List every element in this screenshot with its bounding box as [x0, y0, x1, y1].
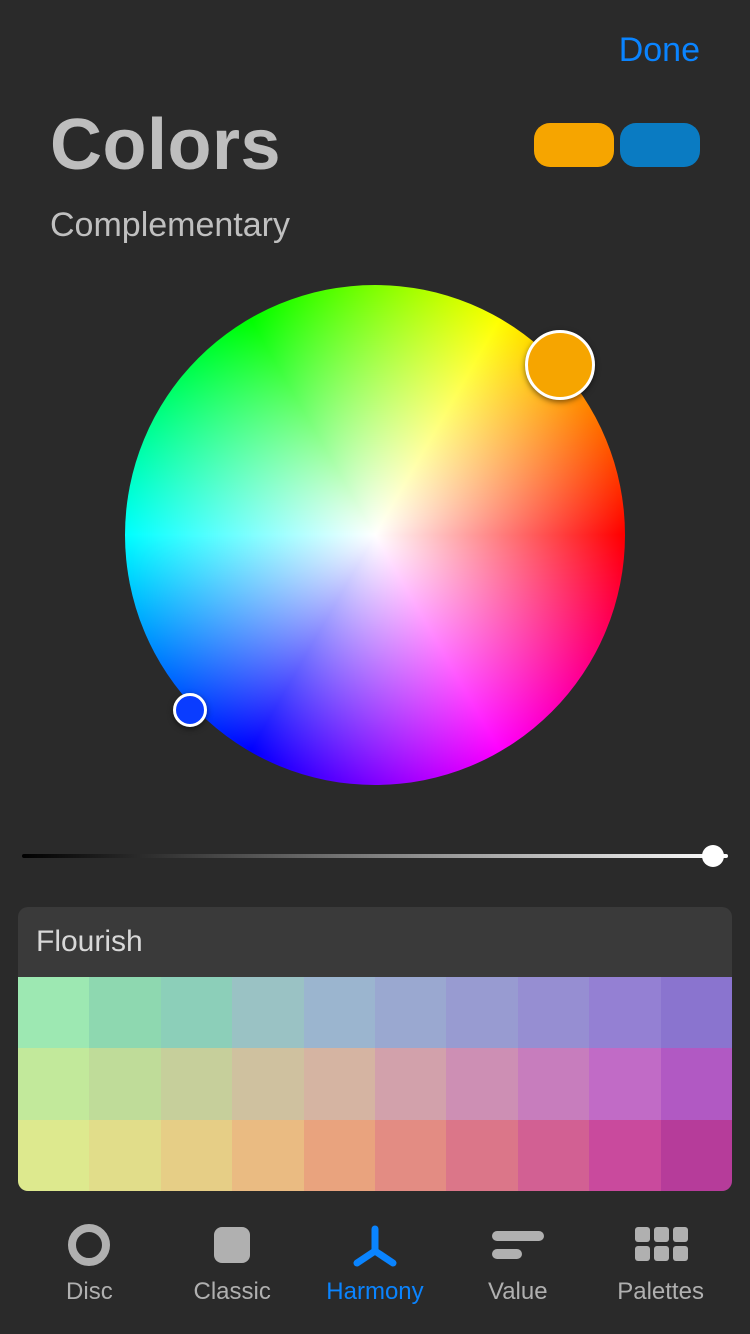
- palette-cell[interactable]: [589, 1120, 660, 1191]
- tab-label: Harmony: [326, 1278, 423, 1306]
- page-title: Colors: [50, 104, 281, 186]
- palette-cell[interactable]: [161, 1048, 232, 1119]
- palette-cell[interactable]: [304, 1048, 375, 1119]
- palette-cell[interactable]: [375, 1120, 446, 1191]
- tab-label: Value: [488, 1278, 548, 1306]
- palette-cell[interactable]: [89, 977, 160, 1048]
- palette-cell[interactable]: [518, 1120, 589, 1191]
- palette-cell[interactable]: [304, 1120, 375, 1191]
- palette-cell[interactable]: [446, 1048, 517, 1119]
- harmony-icon: [349, 1222, 401, 1268]
- palette-cell[interactable]: [375, 1048, 446, 1119]
- palette-name: Flourish: [18, 907, 732, 977]
- tab-bar: Disc Classic Harmony Value: [0, 1204, 750, 1334]
- tab-label: Disc: [66, 1278, 113, 1306]
- palette-cell[interactable]: [232, 1048, 303, 1119]
- tab-palettes[interactable]: Palettes: [601, 1222, 721, 1306]
- palette-cell[interactable]: [661, 977, 732, 1048]
- tab-label: Classic: [194, 1278, 271, 1306]
- palette-cell[interactable]: [18, 977, 89, 1048]
- color-picker-primary[interactable]: [525, 330, 595, 400]
- tab-harmony[interactable]: Harmony: [315, 1222, 435, 1306]
- swatch-primary[interactable]: [534, 123, 614, 167]
- tab-disc[interactable]: Disc: [29, 1222, 149, 1306]
- palette-cell[interactable]: [18, 1048, 89, 1119]
- palette-cell[interactable]: [446, 1120, 517, 1191]
- palette-grid: [18, 977, 732, 1191]
- swatch-secondary[interactable]: [620, 123, 700, 167]
- value-icon: [490, 1222, 546, 1268]
- tab-value[interactable]: Value: [458, 1222, 578, 1306]
- palette-cell[interactable]: [89, 1048, 160, 1119]
- brightness-thumb[interactable]: [702, 845, 724, 867]
- brightness-slider[interactable]: [22, 845, 728, 867]
- color-wheel[interactable]: [125, 285, 625, 785]
- disc-icon: [67, 1222, 111, 1268]
- brightness-track: [22, 854, 728, 858]
- palette-cell[interactable]: [18, 1120, 89, 1191]
- color-picker-secondary[interactable]: [173, 693, 207, 727]
- color-mode-label: Complementary: [0, 206, 750, 245]
- palette-cell[interactable]: [661, 1048, 732, 1119]
- palette-cell[interactable]: [589, 1048, 660, 1119]
- grid-icon: [633, 1222, 689, 1268]
- palette-cell[interactable]: [161, 977, 232, 1048]
- square-icon: [210, 1222, 254, 1268]
- palette-cell[interactable]: [232, 1120, 303, 1191]
- tab-label: Palettes: [617, 1278, 704, 1306]
- palette-cell[interactable]: [518, 1048, 589, 1119]
- done-button[interactable]: Done: [619, 31, 700, 70]
- palette-cell[interactable]: [518, 977, 589, 1048]
- tab-classic[interactable]: Classic: [172, 1222, 292, 1306]
- palette-cell[interactable]: [161, 1120, 232, 1191]
- selected-swatches: [534, 123, 700, 167]
- palette-cell[interactable]: [589, 977, 660, 1048]
- palette-cell[interactable]: [446, 977, 517, 1048]
- palette-cell[interactable]: [375, 977, 446, 1048]
- palette-cell[interactable]: [232, 977, 303, 1048]
- palette-cell[interactable]: [304, 977, 375, 1048]
- palette-cell[interactable]: [89, 1120, 160, 1191]
- palette-cell[interactable]: [661, 1120, 732, 1191]
